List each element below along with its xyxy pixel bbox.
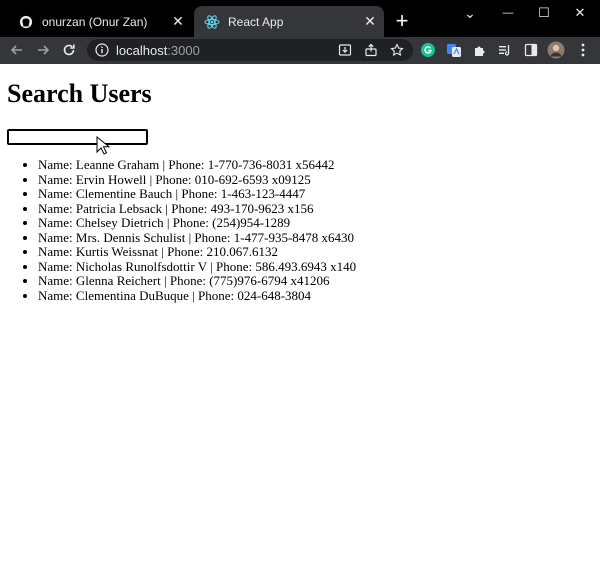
address-port: :3000	[167, 42, 200, 58]
user-list-item: Name: Clementine Bauch | Phone: 1-463-12…	[38, 186, 356, 202]
user-phone: 1-770-736-8031 x56442	[207, 157, 335, 172]
close-tab-icon[interactable]: ✕	[362, 13, 378, 30]
share-icon[interactable]	[361, 40, 381, 60]
maximize-button[interactable]: ☐	[526, 0, 562, 26]
user-list-item: Name: Clementina DuBuque | Phone: 024-64…	[38, 287, 356, 304]
site-info-icon[interactable]	[95, 43, 109, 57]
user-phone: 493-170-9623 x156	[210, 200, 314, 216]
user-list: Name: Leanne Graham | Phone: 1-770-736-8…	[0, 157, 357, 304]
user-name: Chelsey Dietrich	[75, 215, 164, 230]
grammarly-icon[interactable]	[418, 40, 438, 60]
close-window-button[interactable]: ✕	[562, 0, 598, 26]
browser-menu-icon[interactable]	[573, 40, 593, 60]
bookmark-star-icon[interactable]	[387, 40, 407, 60]
tab-strip: onurzan (Onur Zan) ✕ React App ✕ + ⌄ — ☐…	[0, 0, 600, 37]
user-phone: 024-648-3804	[237, 287, 312, 303]
user-name: Ervin Howell	[75, 171, 147, 187]
tab-title: onurzan (Onur Zan)	[42, 14, 148, 29]
user-list-item: Name: Ervin Howell | Phone: 010-692-6593…	[38, 171, 356, 188]
new-tab-button[interactable]: +	[392, 8, 412, 33]
user-name: Glenna Reichert	[75, 273, 161, 288]
translate-icon[interactable]	[444, 40, 464, 60]
user-list-item: Name: Patricia Lebsack | Phone: 493-170-…	[38, 200, 356, 217]
user-list-item: Name: Chelsey Dietrich | Phone: (254)954…	[38, 215, 356, 231]
tab-react-app[interactable]: React App ✕	[194, 6, 384, 37]
github-icon	[18, 14, 34, 30]
browser-toolbar: localhost:3000	[0, 37, 600, 64]
react-icon	[204, 14, 220, 30]
extensions-puzzle-icon[interactable]	[470, 40, 490, 60]
side-panel-icon[interactable]	[521, 40, 541, 60]
user-list-item: Name: Glenna Reichert | Phone: (775)976-…	[38, 273, 356, 289]
user-phone: 1-463-123-4447	[220, 186, 306, 201]
user-list-item: Name: Kurtis Weissnat | Phone: 210.067.6…	[38, 244, 356, 260]
user-phone: 586.493.6943 x140	[255, 258, 357, 274]
user-name: Nicholas Runolfsdottir V	[75, 258, 207, 274]
page-title: Search Users	[7, 79, 152, 108]
user-name: Leanne Graham	[75, 157, 160, 172]
tab-github[interactable]: onurzan (Onur Zan) ✕	[8, 6, 192, 37]
install-app-icon[interactable]	[335, 40, 355, 60]
close-tab-icon[interactable]: ✕	[170, 13, 186, 30]
user-list-item: Name: Nicholas Runolfsdottir V | Phone: …	[38, 258, 357, 275]
user-phone: 1-477-935-8478 x6430	[233, 229, 355, 245]
browser-chrome: onurzan (Onur Zan) ✕ React App ✕ + ⌄ — ☐…	[0, 0, 600, 64]
user-phone: (254)954-1289	[212, 215, 291, 230]
user-name: Kurtis Weissnat	[75, 244, 159, 259]
user-phone: 010-692-6593 x09125	[194, 171, 311, 187]
search-input[interactable]	[7, 129, 148, 145]
page-content: Search Users Name: Leanne Graham | Phone…	[0, 64, 600, 565]
user-name: Clementine Bauch	[75, 186, 173, 201]
reload-icon[interactable]	[59, 40, 79, 60]
tab-title: React App	[228, 14, 284, 29]
user-name: Mrs. Dennis Schulist	[75, 229, 186, 245]
minimize-button[interactable]: —	[490, 0, 526, 26]
user-name: Clementina DuBuque	[75, 287, 189, 303]
user-list-item: Name: Leanne Graham | Phone: 1-770-736-8…	[38, 157, 356, 173]
user-list-item: Name: Mrs. Dennis Schulist | Phone: 1-47…	[38, 229, 356, 246]
address-host: localhost	[116, 42, 168, 58]
user-phone: (775)976-6794 x41206	[209, 273, 330, 288]
forward-icon[interactable]	[33, 40, 53, 60]
back-icon[interactable]	[7, 40, 27, 60]
user-name: Patricia Lebsack	[75, 200, 163, 216]
tab-search-icon[interactable]: ⌄	[452, 0, 488, 26]
user-phone: 210.067.6132	[206, 244, 279, 259]
profile-avatar[interactable]	[546, 40, 566, 60]
reading-list-icon[interactable]	[495, 40, 515, 60]
mouse-pointer-icon	[96, 136, 110, 155]
